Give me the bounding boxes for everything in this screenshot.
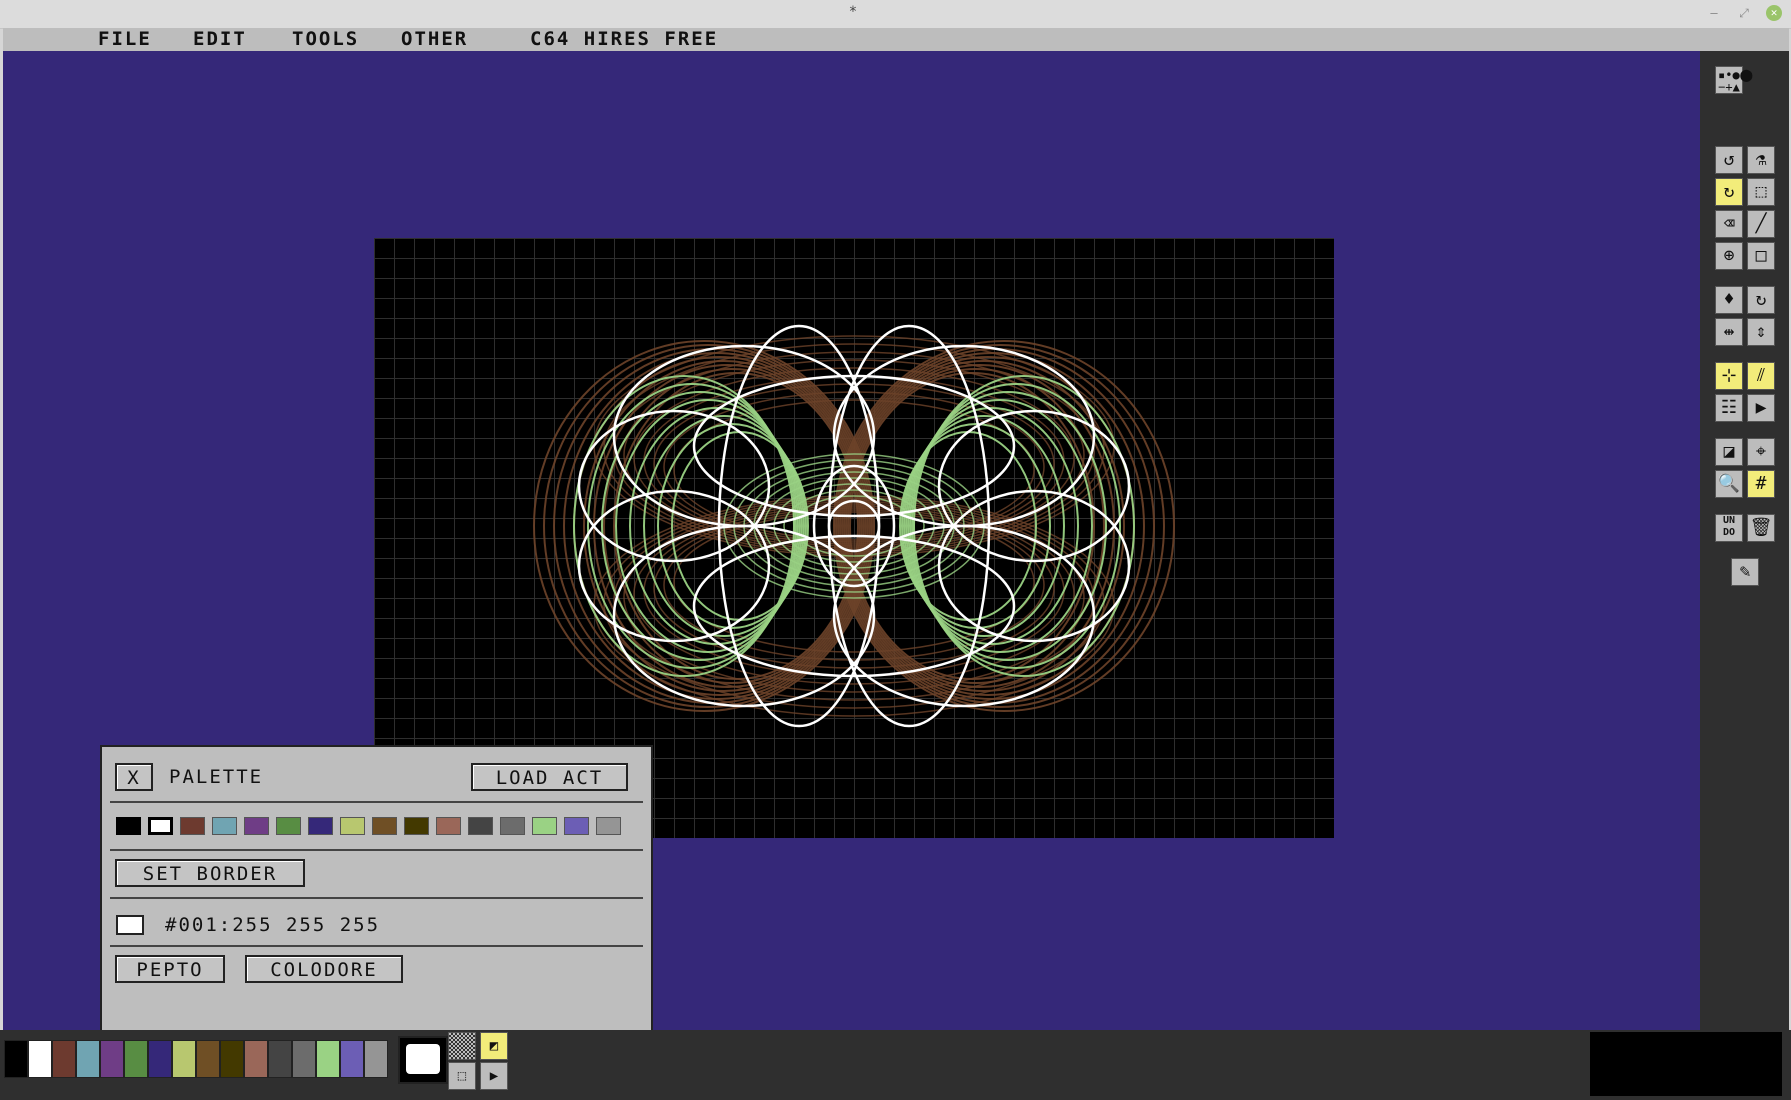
mirror-x-icon[interactable]: ⊹ (1715, 362, 1743, 390)
palette-swatch[interactable] (468, 817, 493, 835)
divider (110, 849, 643, 851)
bottom-palette-swatch[interactable] (100, 1040, 124, 1078)
bottom-palette-swatch[interactable] (364, 1040, 388, 1078)
workspace: X PALETTE LOAD ACT SET BORDER #001:255 2… (3, 51, 1700, 1032)
foreground-color (406, 1044, 440, 1074)
bottom-bar: ◩ ⬚ ▶ (0, 1030, 1791, 1100)
bottom-palette-swatch[interactable] (172, 1040, 196, 1078)
rotate-icon[interactable]: ↻ (1715, 178, 1743, 206)
palette-swatch[interactable] (148, 817, 173, 835)
color-readout: #001:255 255 255 (165, 914, 381, 936)
menu-file[interactable]: FILE (98, 28, 152, 51)
minimize-icon[interactable]: – (1706, 5, 1722, 21)
trash-icon[interactable]: 🗑 (1747, 514, 1775, 542)
foreground-background-indicator[interactable] (398, 1036, 448, 1084)
bottom-palette-swatch[interactable] (340, 1040, 364, 1078)
pattern-icon[interactable]: ⬚ (448, 1062, 476, 1090)
align-icon[interactable]: ☷ (1715, 394, 1743, 422)
palette-swatch[interactable] (212, 817, 237, 835)
bottom-palette-swatch[interactable] (148, 1040, 172, 1078)
window-titlebar: * – ⤢ ✕ (0, 0, 1791, 29)
dither-icon[interactable] (448, 1032, 476, 1060)
eyedropper-icon[interactable]: ✎ (1731, 558, 1759, 586)
bottom-palette-swatch[interactable] (196, 1040, 220, 1078)
palette-swatch[interactable] (180, 817, 205, 835)
line-draw-icon[interactable]: ╱ (1747, 210, 1775, 238)
play-icon[interactable]: ▶ (1747, 394, 1775, 422)
pepto-button[interactable]: PEPTO (115, 955, 225, 983)
palette-window: X PALETTE LOAD ACT SET BORDER #001:255 2… (100, 745, 653, 1032)
flip-vertical-icon[interactable]: ⇕ (1747, 318, 1775, 346)
load-act-button[interactable]: LOAD ACT (471, 763, 628, 791)
palette-swatch[interactable] (564, 817, 589, 835)
palette-swatch[interactable] (436, 817, 461, 835)
circle-crosshair-icon[interactable]: ⊕ (1715, 242, 1743, 270)
bottom-palette-swatch[interactable] (52, 1040, 76, 1078)
bottom-palette-swatch[interactable] (28, 1040, 52, 1078)
palette-swatch[interactable] (244, 817, 269, 835)
grid-icon[interactable]: # (1747, 470, 1775, 498)
lasso-icon[interactable]: ↺ (1715, 146, 1743, 174)
mode-label: C64 HIRES FREE (530, 28, 719, 50)
brush-size-grid-icon[interactable]: ▪•●⬤ −+▲ (1715, 66, 1753, 94)
swap-colors-icon[interactable]: ◩ (480, 1032, 508, 1060)
bottom-palette-swatch[interactable] (4, 1040, 28, 1078)
palette-swatch[interactable] (500, 817, 525, 835)
palette-swatch[interactable] (308, 817, 333, 835)
bottom-palette-swatch[interactable] (76, 1040, 100, 1078)
half-brush-icon[interactable]: ◪ (1715, 438, 1743, 466)
palette-swatch[interactable] (404, 817, 429, 835)
divider (110, 801, 643, 803)
window-title: * (848, 4, 858, 20)
repeat-icon[interactable]: ↻ (1747, 286, 1775, 314)
palette-swatch[interactable] (340, 817, 365, 835)
tool-palette: ▪•●⬤ −+▲ ↺ ⚗ ↻ ⬚ ⌫ ╱ ⊕ □ ♦ ↻ ⇹ ⇕ ⊹ ⫽ ☷ ▶ … (1700, 51, 1789, 1030)
artwork-curve (793, 495, 915, 557)
palette-swatch[interactable] (276, 817, 301, 835)
crosshair-icon[interactable]: ⌖ (1747, 438, 1775, 466)
menu-other[interactable]: OTHER (401, 28, 468, 51)
palette-swatch[interactable] (372, 817, 397, 835)
bottom-palette-swatch[interactable] (268, 1040, 292, 1078)
maximize-icon[interactable]: ⤢ (1736, 5, 1752, 21)
menu-edit[interactable]: EDIT (193, 28, 247, 51)
preview-panel (1590, 1032, 1782, 1096)
selection-icon[interactable]: ⬚ (1747, 178, 1775, 206)
preview-icon[interactable]: ▶ (480, 1062, 508, 1090)
close-window-icon[interactable]: ✕ (1766, 5, 1782, 21)
palette-title: PALETTE (169, 766, 264, 788)
fill-bucket-icon[interactable]: ♦ (1715, 286, 1743, 314)
spray-icon[interactable]: ⚗ (1747, 146, 1775, 174)
bottom-palette-swatch[interactable] (244, 1040, 268, 1078)
menu-bar: FILE EDIT TOOLS OTHER C64 HIRES FREE (3, 28, 1789, 52)
bottom-palette-swatch[interactable] (124, 1040, 148, 1078)
undo-icon[interactable]: UN DO (1715, 514, 1743, 542)
bottom-palette-swatch[interactable] (292, 1040, 316, 1078)
flip-horizontal-icon[interactable]: ⇹ (1715, 318, 1743, 346)
palette-swatch[interactable] (532, 817, 557, 835)
palette-swatch[interactable] (116, 817, 141, 835)
zoom-icon[interactable]: 🔍 (1715, 470, 1743, 498)
palette-close-button[interactable]: X (115, 763, 153, 791)
set-border-button[interactable]: SET BORDER (115, 859, 305, 887)
menu-tools[interactable]: TOOLS (292, 28, 359, 51)
mirror-y-icon[interactable]: ⫽ (1747, 362, 1775, 390)
rectangle-icon[interactable]: □ (1747, 242, 1775, 270)
current-color-swatch (116, 915, 144, 935)
divider (110, 897, 643, 899)
divider (110, 945, 643, 947)
eraser-icon[interactable]: ⌫ (1715, 210, 1743, 238)
bottom-palette-swatch[interactable] (316, 1040, 340, 1078)
palette-swatch[interactable] (596, 817, 621, 835)
bottom-palette-swatch[interactable] (220, 1040, 244, 1078)
artwork-curve (763, 477, 945, 575)
colodore-button[interactable]: COLODORE (245, 955, 403, 983)
